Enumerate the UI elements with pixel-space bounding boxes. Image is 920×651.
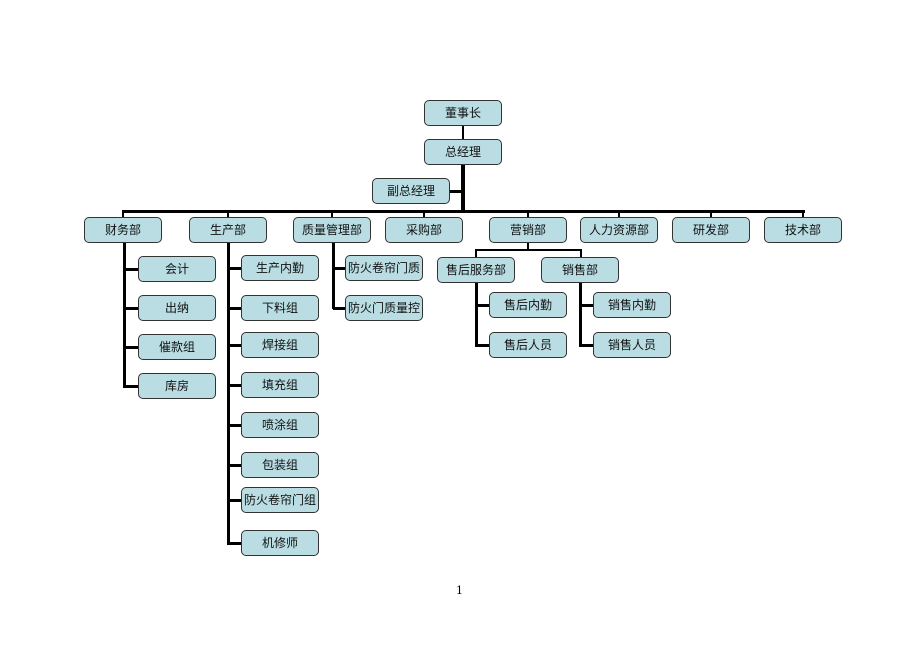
- node-production-unit: 焊接组: [241, 332, 319, 358]
- node-general-manager: 总经理: [424, 139, 502, 165]
- connector: [333, 267, 345, 270]
- node-department: 技术部: [764, 217, 842, 243]
- node-department: 人力资源部: [580, 217, 658, 243]
- node-sales-unit: 销售内勤: [593, 292, 671, 318]
- connector: [580, 344, 593, 347]
- node-finance-unit: 库房: [138, 373, 216, 399]
- connector: [476, 304, 489, 307]
- node-sales: 销售部: [541, 257, 619, 283]
- node-production-unit: 包装组: [241, 452, 319, 478]
- node-deputy-gm: 副总经理: [372, 178, 450, 204]
- connector: [228, 384, 241, 387]
- connector: [476, 344, 489, 347]
- connector: [228, 499, 241, 502]
- connector: [124, 307, 138, 310]
- connector: [228, 542, 241, 545]
- connector: [450, 190, 463, 193]
- node-sales-unit: 销售人员: [593, 332, 671, 358]
- connector: [462, 126, 464, 139]
- page-number: 1: [456, 584, 463, 597]
- node-quality-unit: 防火门质量控制: [345, 295, 423, 321]
- org-chart-page: 董事长 总经理 副总经理 售后服务部 销售部 财务部 生产部 质量管理部 采购部 营销部…: [0, 0, 920, 651]
- node-production-unit: 防火卷帘门组: [241, 487, 319, 513]
- node-after-sales-unit: 售后内勤: [489, 292, 567, 318]
- connector: [228, 424, 241, 427]
- node-finance-unit: 催款组: [138, 334, 216, 360]
- node-production-unit: 喷涂组: [241, 412, 319, 438]
- node-department: 生产部: [189, 217, 267, 243]
- connector: [228, 464, 241, 467]
- connector: [124, 385, 138, 388]
- node-department: 研发部: [672, 217, 750, 243]
- node-production-unit: 机修师: [241, 530, 319, 556]
- connector: [461, 165, 465, 213]
- node-finance-unit: 出纳: [138, 295, 216, 321]
- connector: [123, 243, 126, 388]
- node-department: 营销部: [489, 217, 567, 243]
- node-quality-unit: 防火卷帘门质量控制: [345, 255, 423, 281]
- node-after-sales-unit: 售后人员: [489, 332, 567, 358]
- node-department: 财务部: [84, 217, 162, 243]
- connector: [580, 304, 593, 307]
- node-production-unit: 填充组: [241, 372, 319, 398]
- connector: [228, 267, 241, 270]
- connector: [124, 346, 138, 349]
- node-department: 采购部: [385, 217, 463, 243]
- connector: [228, 307, 241, 310]
- node-production-unit: 生产内勤: [241, 255, 319, 281]
- connector: [475, 283, 478, 347]
- node-production-unit: 下料组: [241, 295, 319, 321]
- node-finance-unit: 会计: [138, 256, 216, 282]
- connector: [124, 268, 138, 271]
- node-after-sales: 售后服务部: [437, 257, 515, 283]
- node-chairman: 董事长: [424, 100, 502, 126]
- connector: [333, 307, 345, 310]
- connector: [475, 249, 582, 251]
- connector: [579, 283, 582, 347]
- connector: [228, 344, 241, 347]
- connector: [332, 243, 335, 309]
- connector: [122, 210, 805, 213]
- node-department: 质量管理部: [293, 217, 371, 243]
